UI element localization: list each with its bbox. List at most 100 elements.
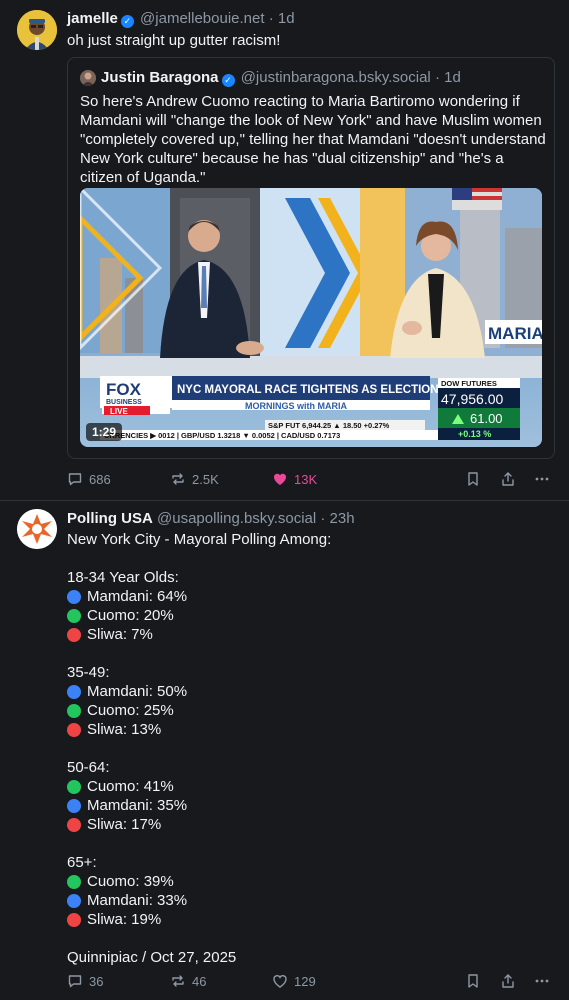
more-options-button[interactable] xyxy=(534,468,550,490)
poll-row-text: Cuomo: 41% xyxy=(87,778,174,795)
red-circle-icon xyxy=(67,912,81,927)
poll-row: Sliwa: 13% xyxy=(67,720,161,739)
like-button[interactable]: 13K xyxy=(272,468,317,490)
poll-row: Cuomo: 39% xyxy=(67,872,174,891)
like-button[interactable]: 129 xyxy=(272,970,316,992)
repost-icon xyxy=(172,975,184,987)
poll-row: Cuomo: 20% xyxy=(67,606,174,625)
bookmark-button[interactable] xyxy=(466,468,480,490)
green-circle-icon xyxy=(67,779,81,794)
post-polling-usa[interactable]: Polling USA @usapolling.bsky.social · 23… xyxy=(0,501,569,1000)
reply-count: 686 xyxy=(89,471,111,487)
blue-circle-icon xyxy=(67,684,81,699)
heart-icon xyxy=(273,975,287,988)
poll-row-text: Cuomo: 20% xyxy=(87,607,174,624)
handle[interactable]: @usapolling.bsky.social xyxy=(157,510,316,527)
post-actions: 686 2.5K 13K xyxy=(67,468,555,490)
video-frame: MARIA NYC MAYORAL RACE TIGHTENS AS ELECT… xyxy=(80,188,542,447)
dow-label: DOW FUTURES xyxy=(441,379,497,388)
repost-count: 46 xyxy=(192,973,207,989)
ellipsis-icon xyxy=(535,477,549,481)
group-label: 18-34 Year Olds: xyxy=(67,569,179,586)
more-options-button[interactable] xyxy=(534,970,550,992)
repost-count: 2.5K xyxy=(192,471,219,487)
live-badge: LIVE xyxy=(110,407,128,416)
bookmark-button[interactable] xyxy=(466,970,480,992)
quote-handle[interactable]: @justinbaragona.bsky.social xyxy=(241,69,431,86)
avatar-jamelle[interactable] xyxy=(17,10,57,50)
poll-row-text: Cuomo: 25% xyxy=(87,702,174,719)
blue-circle-icon xyxy=(67,589,81,604)
poll-row-text: Mamdani: 50% xyxy=(87,683,188,700)
quote-text: So here's Andrew Cuomo reacting to Maria… xyxy=(80,93,546,186)
like-count: 13K xyxy=(294,471,318,487)
repost-button[interactable]: 46 xyxy=(170,970,206,992)
spfut-ticker: S&P FUT 6,944.25 ▲ 18.50 +0.27% xyxy=(268,421,390,430)
reply-count: 36 xyxy=(89,973,104,989)
post-text: oh just straight up gutter racism! xyxy=(67,32,281,49)
red-circle-icon xyxy=(67,722,81,737)
handle[interactable]: @jamellebouie.net xyxy=(140,10,264,27)
blue-circle-icon xyxy=(67,798,81,813)
avatar-justin-baragona[interactable] xyxy=(80,70,96,86)
group-label: 50-64: xyxy=(67,759,110,776)
quote-timestamp[interactable]: · 1d xyxy=(435,69,461,86)
dow-pct: +0.13 % xyxy=(458,429,491,439)
green-circle-icon xyxy=(67,608,81,623)
dow-change: 61.00 xyxy=(470,411,503,426)
ellipsis-icon xyxy=(535,979,549,983)
dow-value: 47,956.00 xyxy=(441,391,503,407)
poll-row-text: Cuomo: 39% xyxy=(87,873,174,890)
like-count: 129 xyxy=(294,973,316,989)
group-label: 65+: xyxy=(67,854,97,871)
wall-text: MARIA xyxy=(488,324,542,343)
reply-icon xyxy=(68,975,82,988)
timestamp[interactable]: · 23h xyxy=(320,510,354,527)
poll-row: Mamdani: 35% xyxy=(67,796,187,815)
poll-row-text: Sliwa: 17% xyxy=(87,816,162,833)
post-header: Polling USA @usapolling.bsky.social · 23… xyxy=(67,510,355,528)
reply-icon xyxy=(68,473,82,486)
poll-row-text: Mamdani: 64% xyxy=(87,588,188,605)
verified-check-icon: ✓ xyxy=(221,74,235,87)
poll-row-text: Sliwa: 7% xyxy=(87,626,153,643)
verified-check-icon: ✓ xyxy=(120,15,134,28)
repost-icon xyxy=(172,473,184,485)
poll-row: Sliwa: 7% xyxy=(67,625,153,644)
post-jamelle[interactable]: jamelle ✓ @jamellebouie.net · 1d oh just … xyxy=(0,0,569,500)
share-button[interactable] xyxy=(500,970,516,992)
heart-filled-icon xyxy=(273,473,287,485)
poll-row: Sliwa: 19% xyxy=(67,910,161,929)
bookmark-icon xyxy=(468,472,478,486)
poll-row-text: Sliwa: 13% xyxy=(87,721,162,738)
poll-row-text: Sliwa: 19% xyxy=(87,911,162,928)
network-sub: BUSINESS xyxy=(106,399,142,406)
reply-button[interactable]: 686 xyxy=(67,468,111,490)
display-name[interactable]: jamelle xyxy=(67,10,118,27)
poll-row: Sliwa: 17% xyxy=(67,815,161,834)
blue-circle-icon xyxy=(67,893,81,908)
avatar-polling-usa[interactable] xyxy=(17,509,57,549)
group-label: 35-49: xyxy=(67,664,110,681)
reply-button[interactable]: 36 xyxy=(67,970,103,992)
green-circle-icon xyxy=(67,874,81,889)
poll-row: Mamdani: 64% xyxy=(67,587,187,606)
post-header: jamelle ✓ @jamellebouie.net · 1d xyxy=(67,10,295,28)
share-button[interactable] xyxy=(500,468,516,490)
quoted-post[interactable]: Justin Baragona ✓ @justinbaragona.bsky.so… xyxy=(67,57,555,459)
quote-display-name[interactable]: Justin Baragona xyxy=(101,69,219,86)
poll-source: Quinnipiac / Oct 27, 2025 xyxy=(67,949,237,966)
video-player[interactable]: MARIA NYC MAYORAL RACE TIGHTENS AS ELECT… xyxy=(80,188,542,447)
poll-row-text: Mamdani: 35% xyxy=(87,797,188,814)
timestamp[interactable]: · 1d xyxy=(269,10,295,27)
currency-ticker: URRENCIES ▶ 0012 | GBP/USD 1.3218 ▼ 0.00… xyxy=(104,431,340,440)
poll-row: Mamdani: 50% xyxy=(67,682,187,701)
bookmark-icon xyxy=(468,974,478,988)
display-name[interactable]: Polling USA xyxy=(67,510,153,527)
red-circle-icon xyxy=(67,817,81,832)
quote-header: Justin Baragona ✓ @justinbaragona.bsky.so… xyxy=(101,69,461,87)
poll-intro: New York City - Mayoral Polling Among: xyxy=(67,531,332,548)
poll-row: Cuomo: 25% xyxy=(67,701,174,720)
repost-button[interactable]: 2.5K xyxy=(170,468,219,490)
poll-row: Mamdani: 33% xyxy=(67,891,187,910)
